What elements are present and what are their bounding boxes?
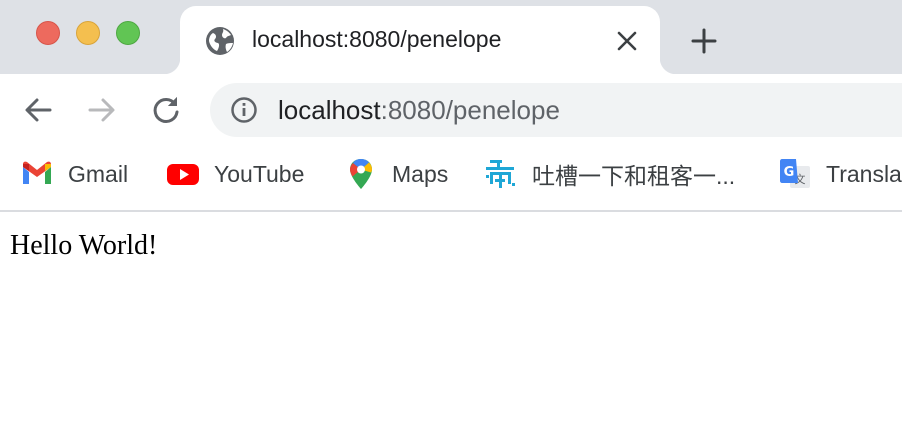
tucao-icon (486, 160, 515, 188)
toolbar: localhost:8080/penelope (0, 74, 902, 146)
close-icon[interactable] (614, 28, 640, 54)
tab-strip: localhost:8080/penelope (0, 0, 902, 74)
url-path: :8080/penelope (380, 95, 560, 125)
globe-icon (206, 27, 234, 55)
tab-title: localhost:8080/penelope (252, 26, 502, 52)
url-host: localhost (278, 95, 381, 125)
url-text[interactable]: localhost:8080/penelope (278, 95, 560, 126)
bookmark-label: Gmail (68, 160, 129, 187)
bookmark-gmail[interactable]: Gmail (20, 146, 128, 202)
info-icon[interactable] (230, 96, 258, 124)
back-button[interactable] (20, 92, 56, 128)
window-minimize-button[interactable] (76, 21, 100, 45)
bookmark-tucao[interactable]: 吐槽一下和租客一... (484, 146, 735, 202)
bookmark-label: 吐槽一下和租客一... (532, 163, 736, 189)
gmail-icon (23, 161, 51, 184)
window-close-button[interactable] (36, 21, 60, 45)
bookmark-label: Maps (392, 160, 449, 187)
address-bar[interactable]: localhost:8080/penelope (210, 83, 902, 137)
bookmarks-bar: Gmail YouTube Maps 吐槽一下和租客一... 文 G Trans… (0, 146, 902, 212)
svg-text:G: G (784, 165, 795, 180)
page-text: Hello World! (10, 230, 158, 261)
maps-icon (350, 159, 372, 189)
bookmark-maps[interactable]: Maps (344, 146, 448, 202)
bookmark-label: YouTube (214, 160, 305, 187)
bookmark-youtube[interactable]: YouTube (166, 146, 304, 202)
active-tab[interactable]: localhost:8080/penelope (164, 6, 676, 74)
new-tab-button[interactable] (688, 25, 720, 57)
forward-button[interactable] (84, 92, 120, 128)
page-content: Hello World! (0, 212, 902, 428)
window-zoom-button[interactable] (116, 21, 140, 45)
bookmark-translate[interactable]: 文 G Transla (778, 146, 902, 202)
youtube-icon (167, 164, 199, 185)
reload-button[interactable] (148, 92, 184, 128)
translate-icon: 文 G (780, 159, 810, 188)
bookmark-label: Transla (826, 160, 902, 187)
